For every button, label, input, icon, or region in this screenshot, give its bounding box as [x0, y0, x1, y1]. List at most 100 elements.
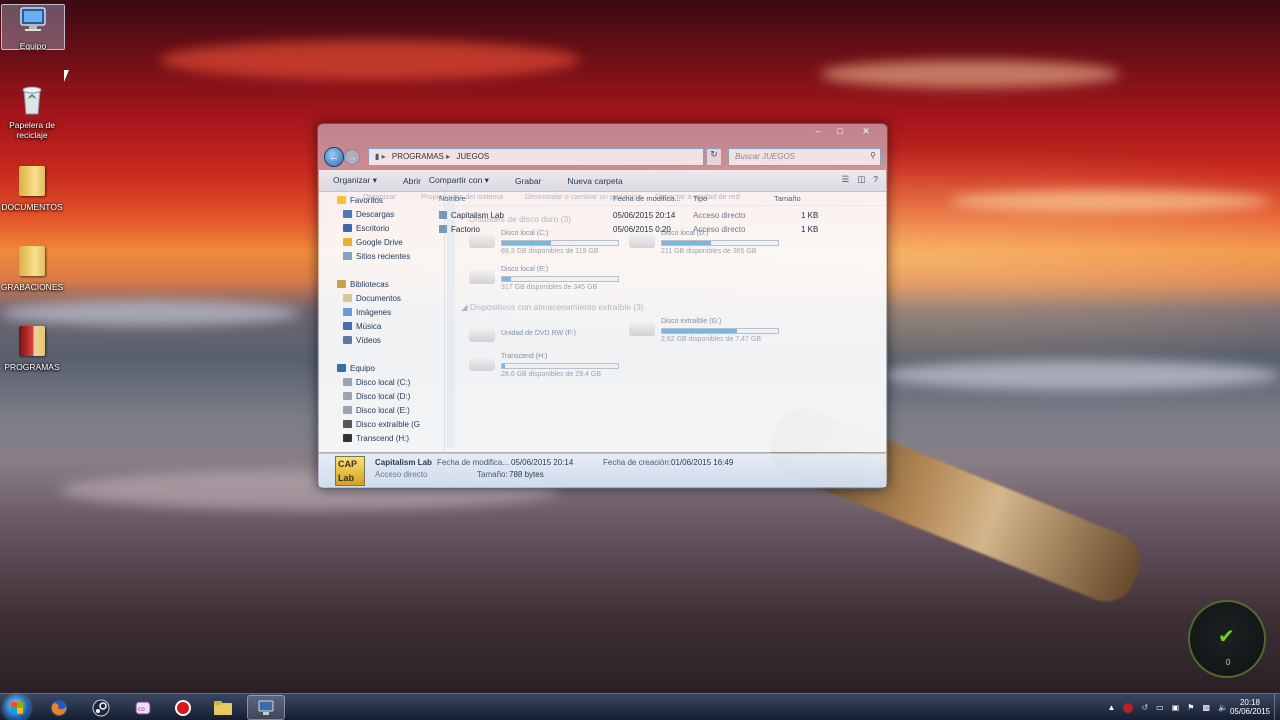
- nav-item-google-drive[interactable]: Google Drive: [343, 238, 403, 247]
- nav-label: Bibliotecas: [350, 280, 389, 289]
- nav-item-musica[interactable]: Música: [343, 322, 381, 331]
- nav-item-documentos[interactable]: Documentos: [343, 294, 401, 303]
- folder-icon: ▮ ▸: [375, 152, 386, 161]
- nav-item-videos[interactable]: Vídeos: [343, 336, 381, 345]
- desktop-icon-label: PROGRAMAS: [4, 362, 60, 372]
- volume-icon[interactable]: 🔈: [1218, 703, 1228, 712]
- address-bar[interactable]: ▮ ▸ PROGRAMAS ▸ JUEGOS: [368, 148, 704, 166]
- forward-button[interactable]: →: [344, 149, 360, 165]
- breadcrumb-juegos[interactable]: JUEGOS: [456, 152, 489, 161]
- preview-pane-icon[interactable]: ◫: [857, 174, 865, 185]
- desktop-icon-grabaciones[interactable]: GRABACIONES: [0, 244, 64, 292]
- refresh-button[interactable]: ↻: [706, 148, 722, 166]
- column-name[interactable]: Nombre: [439, 194, 466, 203]
- taskbar-explorer[interactable]: [204, 695, 242, 720]
- music-icon: [343, 322, 352, 330]
- network-monitor-icon[interactable]: ▭: [1156, 703, 1164, 712]
- close-button[interactable]: ✕: [851, 124, 881, 138]
- maximize-button[interactable]: □: [829, 124, 851, 138]
- nav-label: Disco extraíble (G: [356, 420, 421, 429]
- folder-icon: [15, 166, 49, 200]
- burn-button[interactable]: Grabar: [515, 176, 541, 186]
- drive-name: Disco local (E:): [501, 266, 549, 273]
- ghost-section-removable: ◢ Dispositivos con almacenamiento extraí…: [461, 302, 644, 312]
- detail-modified-label: Fecha de modifica...: [437, 458, 510, 467]
- drive-name: Disco extraíble (G:): [661, 318, 722, 325]
- taskbar-computer-window[interactable]: [247, 695, 285, 720]
- nav-item-transcend-h[interactable]: Transcend (H:): [343, 434, 409, 443]
- network-icon[interactable]: ▩: [1202, 703, 1210, 712]
- share-button[interactable]: Compartir con ▾: [429, 175, 489, 186]
- desktop-icon-papelera[interactable]: Papelera de reciclaje: [0, 84, 64, 140]
- svg-text:co: co: [138, 706, 145, 713]
- drive-free: 28,6 GB disponibles de 29,4 GB: [501, 371, 602, 378]
- drive-usage-bar: [661, 240, 779, 246]
- drive-tray-icon[interactable]: ▣: [1172, 703, 1180, 712]
- organize-button[interactable]: Organizar ▾: [333, 175, 377, 186]
- nav-item-escritorio[interactable]: Escritorio: [343, 224, 389, 233]
- minimize-button[interactable]: –: [807, 124, 829, 138]
- nav-libraries[interactable]: Bibliotecas: [337, 280, 389, 289]
- nav-item-disk-d[interactable]: Disco local (D:): [343, 392, 410, 401]
- app-thumbnail: CAP Lab: [335, 456, 365, 486]
- search-input[interactable]: Buscar JUEGOS ⚲: [728, 148, 881, 166]
- firefox-icon: [51, 699, 67, 716]
- drive-name: Unidad de DVD RW (F:): [501, 330, 576, 337]
- open-button[interactable]: Abrir: [403, 176, 421, 186]
- navigation-pane: Favoritos Descargas Escritorio Google Dr…: [319, 192, 445, 452]
- file-date: 05/06/2015 20:14: [613, 211, 676, 220]
- file-name: Factorio: [439, 225, 480, 234]
- nav-computer[interactable]: Equipo: [337, 364, 375, 373]
- drive-name: Transcend (H:): [501, 353, 548, 360]
- help-icon[interactable]: ?: [873, 174, 878, 185]
- nav-item-sitios-recientes[interactable]: Sitios recientes: [343, 252, 410, 261]
- content-area: Organizar Propiedades del sistema Desins…: [319, 192, 886, 452]
- nav-favorites[interactable]: Favoritos: [337, 196, 383, 205]
- desktop-icon-label: GRABACIONES: [0, 282, 64, 292]
- taskbar-recorder[interactable]: [164, 695, 202, 720]
- taskbar-media-app[interactable]: co: [124, 695, 162, 720]
- folder-icon: [15, 246, 49, 280]
- downloads-icon: [343, 210, 352, 218]
- nav-item-removable-g[interactable]: Disco extraíble (G: [343, 420, 420, 429]
- nav-item-imagenes[interactable]: Imágenes: [343, 308, 391, 317]
- cloud-streak: [160, 40, 580, 80]
- hard-drive-icon: [469, 270, 495, 284]
- show-hidden-icons-icon[interactable]: ▲: [1108, 703, 1116, 712]
- nav-item-disk-c[interactable]: Disco local (C:): [343, 378, 410, 387]
- column-type[interactable]: Tipo: [693, 194, 707, 203]
- file-size: 1 KB: [801, 211, 819, 220]
- show-desktop-button[interactable]: [1274, 694, 1280, 720]
- drive-free: 69,3 GB disponibles de 119 GB: [501, 248, 599, 255]
- nav-label: Documentos: [356, 294, 401, 303]
- nav-item-descargas[interactable]: Descargas: [343, 210, 394, 219]
- desktop-icon-equipo[interactable]: Equipo: [1, 4, 65, 51]
- taskbar-steam[interactable]: [82, 695, 120, 720]
- explorer-window[interactable]: – □ ✕ ← → ▮ ▸ PROGRAMAS ▸ JUEGOS ↻ Busca…: [317, 123, 888, 489]
- update-icon[interactable]: ↺: [1141, 703, 1148, 712]
- desktop-icon-documentos[interactable]: DOCUMENTOS: [0, 164, 64, 212]
- nav-item-disk-e[interactable]: Disco local (E:): [343, 406, 410, 415]
- taskbar-firefox[interactable]: [40, 695, 78, 720]
- antivirus-gadget[interactable]: ✔ 0: [1188, 600, 1266, 678]
- column-date[interactable]: Fecha de modifica...: [613, 194, 681, 203]
- nav-label: Música: [356, 322, 382, 331]
- shortcut-icon: [439, 225, 447, 233]
- search-placeholder: Buscar JUEGOS: [735, 152, 796, 161]
- nav-label: Escritorio: [356, 224, 390, 233]
- star-icon: [337, 196, 346, 204]
- clock[interactable]: 20:18 05/06/2015: [1230, 698, 1270, 716]
- new-folder-button[interactable]: Nueva carpeta: [567, 176, 622, 186]
- antivirus-tray-icon[interactable]: [1123, 702, 1134, 713]
- back-button[interactable]: ←: [324, 147, 344, 167]
- wave-streak: [0, 300, 300, 326]
- breadcrumb-programas[interactable]: PROGRAMAS: [392, 152, 444, 161]
- column-size[interactable]: Tamaño: [774, 194, 801, 203]
- action-center-flag-icon[interactable]: ⚑: [1187, 703, 1194, 712]
- drive-icon: [343, 392, 352, 400]
- desktop-icon-programas[interactable]: PROGRAMAS: [0, 324, 64, 372]
- recent-places-icon: [343, 252, 352, 260]
- share-label: Compartir con: [428, 175, 483, 185]
- start-button[interactable]: [4, 695, 30, 720]
- views-icon[interactable]: ☰: [842, 174, 850, 185]
